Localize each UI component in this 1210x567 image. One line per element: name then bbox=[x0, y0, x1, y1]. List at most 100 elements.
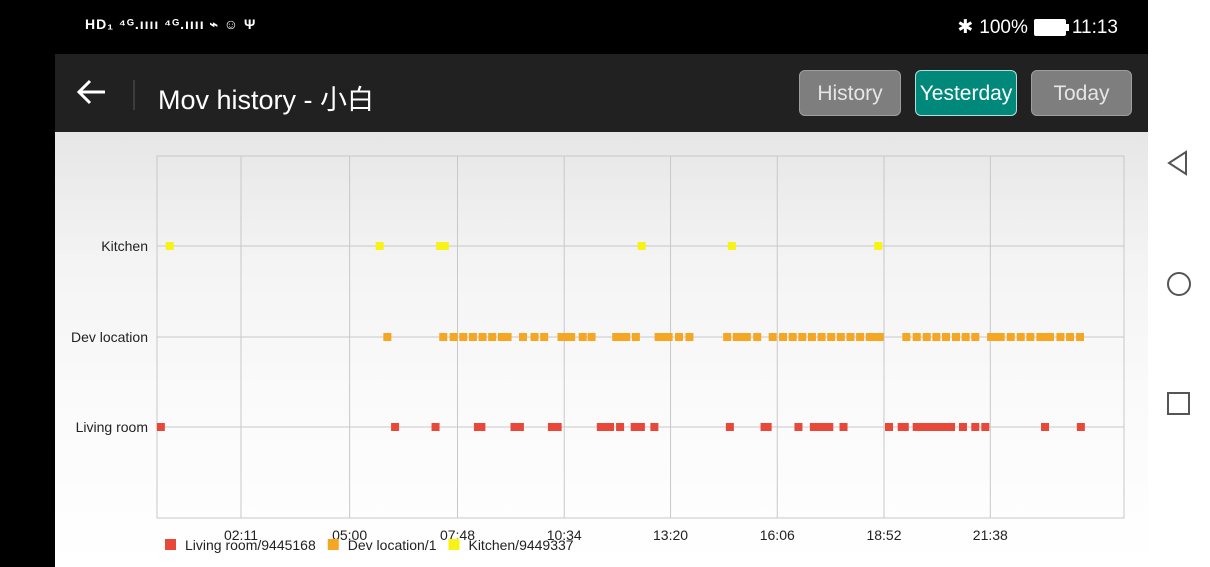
data-point bbox=[846, 333, 855, 341]
y-category-label: Dev location bbox=[71, 329, 148, 345]
data-point bbox=[753, 333, 762, 341]
data-point bbox=[540, 333, 549, 341]
nav-recents-button[interactable] bbox=[1164, 389, 1194, 419]
data-point bbox=[567, 333, 576, 341]
data-point bbox=[478, 333, 487, 341]
data-point bbox=[779, 333, 788, 341]
data-point bbox=[875, 333, 884, 341]
data-point bbox=[578, 333, 587, 341]
circle-home-icon bbox=[1167, 272, 1191, 296]
app-bar: Mov history - 小白 History Yesterday Today bbox=[55, 54, 1148, 132]
data-point bbox=[827, 333, 836, 341]
legend-label: Dev location/1 bbox=[348, 537, 437, 553]
data-point bbox=[725, 423, 734, 431]
page-title: Mov history - 小白 bbox=[158, 85, 375, 115]
legend-swatch bbox=[165, 539, 176, 550]
data-point bbox=[637, 242, 646, 250]
data-point bbox=[1066, 333, 1075, 341]
data-point bbox=[1046, 333, 1055, 341]
data-point bbox=[518, 333, 527, 341]
data-point bbox=[488, 333, 497, 341]
data-point bbox=[817, 333, 826, 341]
data-point bbox=[503, 333, 512, 341]
today-button[interactable]: Today bbox=[1031, 70, 1132, 116]
x-tick-label: 18:52 bbox=[866, 527, 901, 543]
data-point bbox=[922, 333, 931, 341]
data-point bbox=[1041, 423, 1050, 431]
data-point bbox=[616, 423, 625, 431]
data-point bbox=[1076, 333, 1085, 341]
data-point bbox=[156, 423, 165, 431]
data-point bbox=[553, 423, 562, 431]
data-point bbox=[727, 242, 736, 250]
data-point bbox=[958, 423, 967, 431]
legend-label: Kitchen/9449337 bbox=[468, 537, 573, 553]
y-category-label: Living room bbox=[76, 419, 148, 435]
x-tick-label: 16:06 bbox=[760, 527, 795, 543]
data-point bbox=[515, 423, 524, 431]
data-point bbox=[468, 333, 477, 341]
back-arrow-icon bbox=[76, 79, 105, 105]
data-point bbox=[971, 333, 980, 341]
nav-home-button[interactable] bbox=[1164, 269, 1194, 299]
data-point bbox=[902, 333, 911, 341]
x-tick-label: 13:20 bbox=[653, 527, 688, 543]
data-point bbox=[675, 333, 684, 341]
data-point bbox=[650, 423, 659, 431]
data-point bbox=[884, 423, 893, 431]
data-point bbox=[383, 333, 392, 341]
x-tick-label: 21:38 bbox=[973, 527, 1008, 543]
data-point bbox=[874, 242, 883, 250]
movement-chart: 02:11 05:00 07:48 10:34 13:20 16:06 18:52 21:38… bbox=[71, 155, 1125, 553]
chart-area: 02:11 05:00 07:48 10:34 13:20 16:06 18:52 21:38… bbox=[55, 132, 1148, 567]
data-point bbox=[825, 423, 834, 431]
battery-percent: 100% bbox=[979, 16, 1028, 38]
data-point bbox=[685, 333, 694, 341]
navigation-bar bbox=[1148, 0, 1210, 567]
data-point bbox=[530, 333, 539, 341]
data-point bbox=[664, 333, 673, 341]
data-point bbox=[807, 333, 816, 341]
data-point bbox=[900, 423, 909, 431]
legend-label: Living room/9445168 bbox=[185, 537, 316, 553]
data-point bbox=[981, 423, 990, 431]
data-point bbox=[932, 333, 941, 341]
data-point bbox=[763, 423, 772, 431]
data-point bbox=[947, 423, 956, 431]
data-point bbox=[839, 423, 848, 431]
battery-icon bbox=[1033, 19, 1069, 36]
data-point bbox=[587, 333, 596, 341]
data-point bbox=[477, 423, 486, 431]
legend-swatch bbox=[448, 539, 460, 550]
data-point bbox=[961, 333, 970, 341]
data-point bbox=[1016, 333, 1025, 341]
data-point bbox=[742, 333, 751, 341]
data-point bbox=[942, 333, 951, 341]
data-point bbox=[996, 333, 1005, 341]
status-bar: HD₁ ⁴ᴳ.ıııı ⁴ᴳ.ıııı ⌁ ☺ Ψ ✱ 100% 11:13 bbox=[55, 0, 1148, 54]
data-point bbox=[912, 333, 921, 341]
back-button[interactable] bbox=[73, 72, 113, 112]
square-recents-icon bbox=[1167, 392, 1190, 415]
data-point bbox=[856, 333, 865, 341]
nav-back-button[interactable] bbox=[1164, 148, 1194, 178]
history-button[interactable]: History bbox=[799, 70, 901, 116]
data-point bbox=[952, 333, 961, 341]
data-point bbox=[449, 333, 458, 341]
data-point bbox=[606, 423, 615, 431]
data-point bbox=[971, 423, 980, 431]
data-point bbox=[165, 242, 174, 250]
data-point bbox=[1006, 333, 1015, 341]
legend-swatch bbox=[327, 539, 339, 550]
status-right: ✱ 100% 11:13 bbox=[957, 16, 1118, 39]
data-point bbox=[1056, 333, 1065, 341]
title-divider bbox=[133, 80, 135, 110]
yesterday-button[interactable]: Yesterday bbox=[915, 70, 1017, 116]
data-point bbox=[1076, 423, 1085, 431]
data-point bbox=[631, 333, 640, 341]
data-point bbox=[788, 333, 797, 341]
data-point bbox=[723, 333, 732, 341]
data-point bbox=[794, 423, 803, 431]
clock: 11:13 bbox=[1071, 16, 1118, 38]
bluetooth-icon: ✱ bbox=[957, 17, 974, 38]
